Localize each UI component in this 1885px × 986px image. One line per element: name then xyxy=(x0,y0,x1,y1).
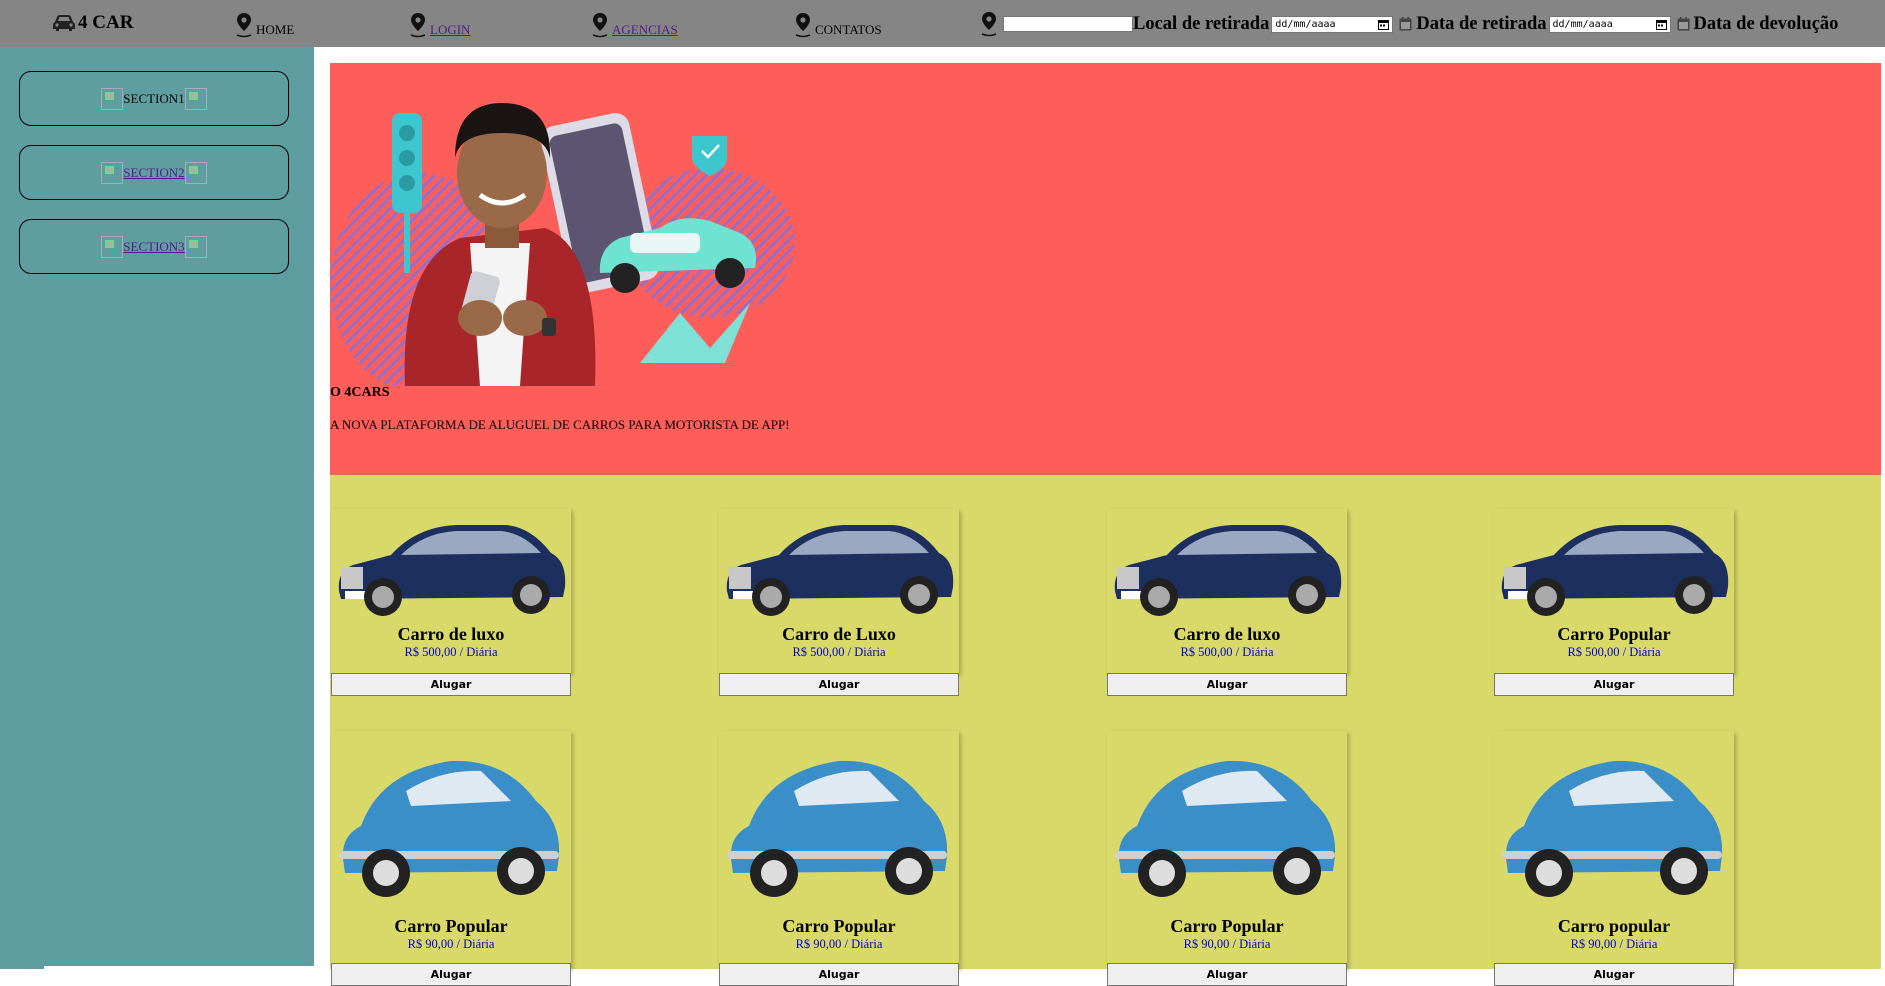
map-pin-icon xyxy=(592,13,608,38)
pickup-location-input[interactable] xyxy=(1003,16,1133,32)
product-card: Carro de luxo R$ 500,00 / Diária Alugar xyxy=(1107,509,1347,696)
beetle-car-image xyxy=(1115,760,1336,897)
beetle-car-image xyxy=(727,760,948,897)
broken-image-icon xyxy=(101,235,124,258)
product-name: Carro de luxo xyxy=(397,624,505,644)
rent-button[interactable]: Alugar xyxy=(719,963,959,986)
product-price: R$ 500,00 / Diária xyxy=(1180,645,1274,659)
map-pin-icon xyxy=(981,12,997,37)
calendar-icon[interactable] xyxy=(1655,19,1667,30)
rent-button[interactable]: Alugar xyxy=(1107,673,1347,696)
product-price: R$ 90,00 / Diária xyxy=(1183,937,1271,951)
product-card: Carro Popular R$ 90,00 / Diária Alugar xyxy=(331,731,571,986)
calendar-icon[interactable] xyxy=(1378,19,1390,30)
pickup-location-label: Local de retirada xyxy=(1133,13,1270,34)
luxury-sedan-image xyxy=(1501,525,1729,616)
map-pin-icon xyxy=(236,13,252,38)
hero-subtitle: A NOVA PLATAFORMA DE ALUGUEL DE CARROS P… xyxy=(330,417,790,432)
beetle-car-image xyxy=(339,760,560,897)
calendar-icon xyxy=(1677,17,1690,31)
product-name: Carro Popular xyxy=(1170,916,1284,936)
product-name: Carro Popular xyxy=(394,916,508,936)
product-price: R$ 500,00 / Diária xyxy=(1567,645,1661,659)
map-pin-icon xyxy=(410,13,426,38)
product-price: R$ 90,00 / Diária xyxy=(1570,937,1658,951)
nav-label-home[interactable]: HOME xyxy=(256,22,294,38)
sidebar-item-label: SECTION1 xyxy=(123,90,185,106)
product-card: Carro Popular R$ 90,00 / Diária Alugar xyxy=(719,731,959,986)
hero-banner: O 4CARS A NOVA PLATAFORMA DE ALUGUEL DE … xyxy=(330,63,1881,475)
sidebar-item-section1[interactable]: SECTION1 xyxy=(19,71,289,126)
product-card: Carro Popular R$ 500,00 / Diária Alugar xyxy=(1494,509,1734,696)
luxury-sedan-image xyxy=(726,525,954,616)
return-date-label: Data de devolução xyxy=(1693,13,1839,34)
product-card: Carro de luxo R$ 500,00 / Diária Alugar xyxy=(331,509,571,696)
product-card: Carro de Luxo R$ 500,00 / Diária Alugar xyxy=(719,509,959,696)
rent-button[interactable]: Alugar xyxy=(1107,963,1347,986)
hero-illustration xyxy=(330,103,795,386)
product-price: R$ 500,00 / Diária xyxy=(404,645,498,659)
rent-button[interactable]: Alugar xyxy=(1494,673,1734,696)
map-pin-icon xyxy=(795,13,811,38)
product-name: Carro popular xyxy=(1557,916,1671,936)
broken-image-icon xyxy=(101,87,124,110)
rent-button[interactable]: Alugar xyxy=(1494,963,1734,986)
product-grid: Carro de luxo R$ 500,00 / Diária Alugar … xyxy=(330,475,1881,986)
calendar-icon xyxy=(1399,17,1412,31)
broken-image-icon xyxy=(184,161,207,184)
sidebar-item-section2[interactable]: SECTION2 xyxy=(19,145,289,200)
broken-image-icon xyxy=(184,235,207,258)
hero-title: O 4CARS xyxy=(330,385,390,400)
product-card: Carro Popular R$ 90,00 / Diária Alugar xyxy=(1107,731,1347,986)
nav-item-login[interactable]: LOGIN xyxy=(409,10,470,38)
beetle-car-image xyxy=(1502,760,1723,897)
nav-item-agencias[interactable]: AGENCIAS xyxy=(591,10,678,38)
nav-link-login[interactable]: LOGIN xyxy=(430,22,470,38)
sidebar-item-link[interactable]: SECTION3 xyxy=(123,239,184,255)
luxury-sedan-image xyxy=(338,525,566,616)
broken-image-icon xyxy=(101,161,124,184)
product-name: Carro de Luxo xyxy=(782,624,896,644)
brand-logo[interactable]: 4 CAR xyxy=(52,9,133,37)
product-card: Carro popular R$ 90,00 / Diária Alugar xyxy=(1494,731,1734,986)
nav-label-contatos[interactable]: CONTATOS xyxy=(815,22,882,38)
return-date-input[interactable]: dd/mm/aaaa xyxy=(1548,15,1671,33)
broken-image-icon xyxy=(184,87,207,110)
sidebar: SECTION1 SECTION2 SECTION3 xyxy=(0,47,314,969)
product-price: R$ 500,00 / Diária xyxy=(792,645,886,659)
product-name: Carro Popular xyxy=(782,916,896,936)
nav-item-home[interactable]: HOME xyxy=(235,10,294,38)
rent-button[interactable]: Alugar xyxy=(331,673,571,696)
car-icon xyxy=(53,15,75,31)
pickup-date-label: Data de retirada xyxy=(1416,13,1547,34)
sidebar-item-section3[interactable]: SECTION3 xyxy=(19,219,289,274)
nav-link-agencias[interactable]: AGENCIAS xyxy=(612,22,678,38)
sidebar-item-link[interactable]: SECTION2 xyxy=(123,165,184,181)
rental-search-form: Local de retirada dd/mm/aaaa Data de ret… xyxy=(980,10,1838,38)
brand-name: 4 CAR xyxy=(78,12,134,33)
return-date-placeholder: dd/mm/aaaa xyxy=(1552,18,1613,30)
top-nav-bar: 4 CAR HOME LOGIN AGENCIAS CONTATOS Local… xyxy=(0,0,1885,47)
product-price: R$ 90,00 / Diária xyxy=(795,937,883,951)
pickup-date-input[interactable]: dd/mm/aaaa xyxy=(1271,15,1394,33)
rent-button[interactable]: Alugar xyxy=(719,673,959,696)
product-price: R$ 90,00 / Diária xyxy=(407,937,495,951)
product-name: Carro Popular xyxy=(1557,624,1671,644)
product-name: Carro de luxo xyxy=(1173,624,1281,644)
luxury-sedan-image xyxy=(1114,525,1342,616)
pickup-date-placeholder: dd/mm/aaaa xyxy=(1275,18,1336,30)
nav-item-contatos[interactable]: CONTATOS xyxy=(794,10,882,38)
rent-button[interactable]: Alugar xyxy=(331,963,571,986)
